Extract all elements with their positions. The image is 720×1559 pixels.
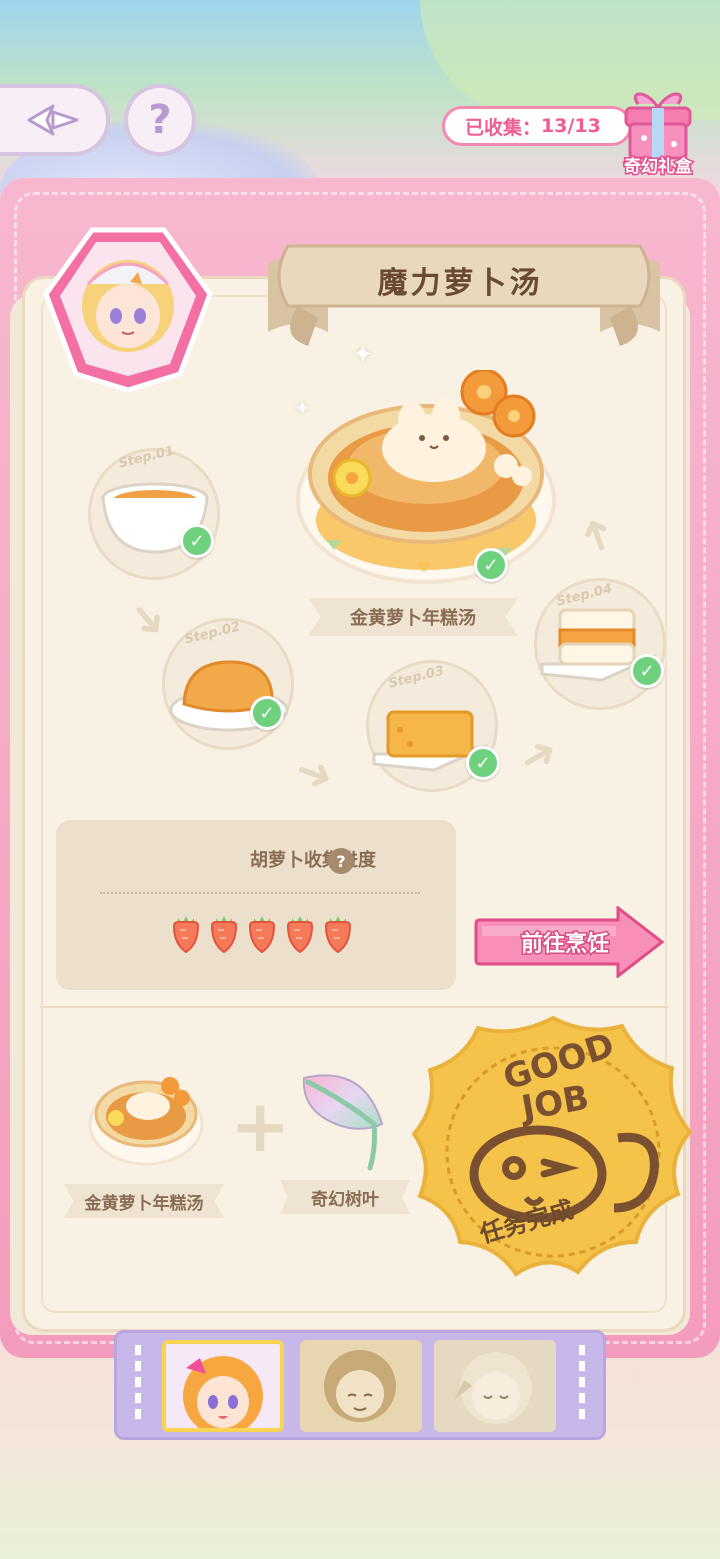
fantasy-leaf-image bbox=[302, 1074, 384, 1171]
collected-value: 13/13 bbox=[541, 115, 601, 137]
main-dish-label: 金黄萝卜年糕汤 bbox=[308, 598, 518, 636]
carrot-icon bbox=[210, 916, 238, 954]
check-icon: ✓ bbox=[474, 548, 508, 582]
carrot-icon bbox=[172, 916, 200, 954]
character-portrait-2 bbox=[300, 1340, 422, 1432]
check-icon: ✓ bbox=[250, 696, 284, 730]
character-slot-3[interactable] bbox=[434, 1340, 556, 1432]
ingredient-1-label: 金黄萝卜年糕汤 bbox=[64, 1184, 224, 1218]
collected-label: 已收集： bbox=[465, 116, 542, 139]
character-slot-2[interactable] bbox=[300, 1340, 422, 1432]
winged-arrow-icon bbox=[27, 104, 79, 136]
go-cook-label: 前往烹饪 bbox=[519, 931, 610, 959]
recipe-title: 魔力萝卜汤 bbox=[377, 266, 543, 301]
back-button[interactable] bbox=[0, 84, 110, 156]
carrot-icon bbox=[248, 916, 276, 954]
ingredient-2-label: 奇幻树叶 bbox=[280, 1180, 410, 1214]
check-icon: ✓ bbox=[180, 524, 214, 558]
good-job-stamp: GOOD JOB bbox=[411, 1015, 693, 1277]
progress-divider bbox=[100, 892, 420, 894]
gift-label: 奇幻礼盒 bbox=[623, 156, 694, 179]
golden-carrot-soup-image bbox=[296, 370, 556, 584]
collected-counter: 已收集： 13/13 bbox=[442, 106, 632, 146]
section-divider bbox=[40, 1006, 668, 1008]
check-icon: ✓ bbox=[630, 654, 664, 688]
sparkle-icon: ✦ bbox=[352, 340, 374, 370]
carrot-icon bbox=[286, 916, 314, 954]
character-slot-1[interactable] bbox=[162, 1340, 284, 1432]
character-portrait-1 bbox=[166, 1344, 280, 1428]
carrot-icon bbox=[324, 916, 352, 954]
progress-help-icon[interactable]: ? bbox=[328, 848, 354, 874]
carrot-progress-row bbox=[170, 910, 370, 954]
check-icon: ✓ bbox=[466, 746, 500, 780]
golden-carrot-soup-small-image bbox=[88, 1077, 204, 1166]
question-icon: ? bbox=[148, 97, 172, 143]
character-avatar[interactable] bbox=[40, 224, 216, 394]
help-button[interactable]: ? bbox=[124, 84, 196, 156]
plus-icon: + bbox=[230, 1084, 291, 1168]
character-portrait-3 bbox=[434, 1340, 556, 1432]
